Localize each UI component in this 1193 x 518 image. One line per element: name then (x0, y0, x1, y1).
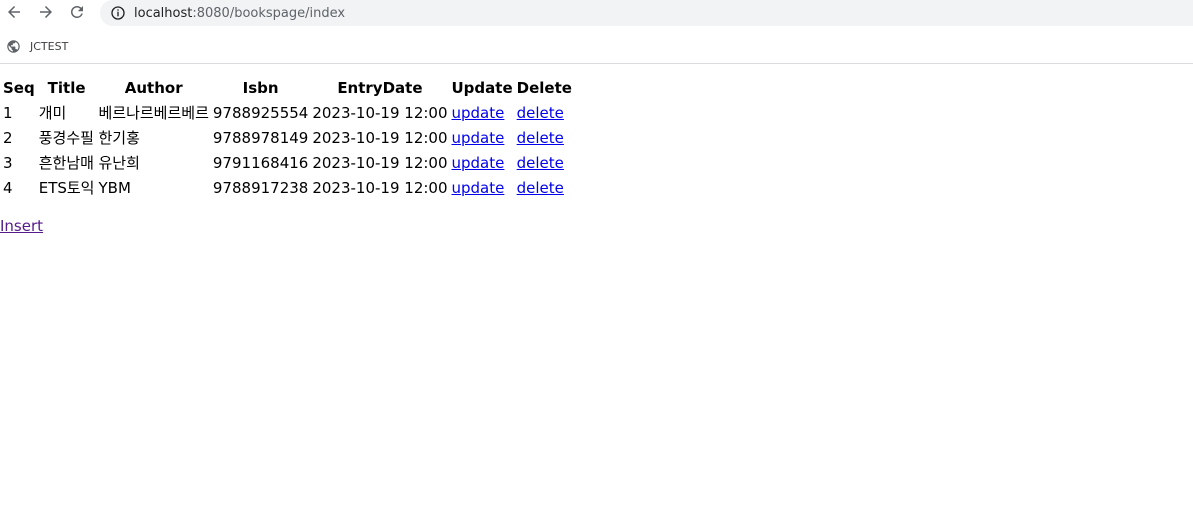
update-link[interactable]: update (452, 129, 505, 147)
cell-entry-date: 2023-10-19 12:00 (312, 178, 448, 197)
cell-seq: 3 (3, 153, 13, 172)
bookmarks-bar: JCTEST (0, 27, 1193, 64)
cell-author: 유난희 (98, 154, 140, 172)
update-link[interactable]: update (452, 179, 505, 197)
header-title: Title (47, 79, 86, 97)
cell-isbn: 9788925554 (212, 103, 309, 122)
header-update: Update (451, 79, 513, 97)
info-icon[interactable] (110, 5, 126, 21)
bookmark-label: JCTEST (30, 39, 69, 53)
update-link[interactable]: update (452, 104, 505, 122)
cell-isbn: 9788917238 (212, 178, 309, 197)
back-arrow-icon (8, 6, 20, 18)
header-delete: Delete (516, 79, 572, 97)
cell-isbn: 9791168416 (212, 153, 309, 172)
cell-delete: delete (516, 151, 573, 174)
back-button[interactable] (3, 1, 25, 23)
cell-title: ETS토익 (38, 179, 95, 197)
address-bar[interactable]: localhost:8080/bookspage/index (100, 0, 1193, 26)
url-path: :8080/bookspage/index (192, 5, 346, 21)
cell-delete: delete (516, 176, 573, 199)
cell-author: 베르나르베르베르 (98, 104, 209, 122)
delete-link[interactable]: delete (517, 129, 564, 147)
books-table: Seq Title Author Isbn EntryDate Update D… (0, 75, 575, 201)
table-row: 2 풍경수필 한기홍 9788978149 2023-10-19 12:00 u… (2, 126, 573, 149)
reload-icon (71, 5, 83, 18)
cell-isbn: 9788978149 (212, 128, 309, 147)
cell-seq: 1 (3, 103, 13, 122)
reload-button[interactable] (66, 1, 88, 23)
cell-title: 개미 (38, 104, 67, 122)
header-isbn: Isbn (242, 79, 279, 97)
header-entry-date: EntryDate (337, 79, 423, 97)
cell-delete: delete (516, 101, 573, 124)
update-link[interactable]: update (452, 154, 505, 172)
cell-entry-date: 2023-10-19 12:00 (312, 153, 448, 172)
cell-update: update (451, 101, 514, 124)
cell-title: 흔한남매 (38, 154, 94, 172)
forward-arrow-icon (40, 6, 52, 18)
cell-author: YBM (98, 178, 131, 197)
cell-entry-date: 2023-10-19 12:00 (312, 128, 448, 147)
delete-link[interactable]: delete (517, 154, 564, 172)
globe-icon (5, 38, 21, 54)
cell-seq: 4 (3, 178, 13, 197)
cell-delete: delete (516, 126, 573, 149)
bookmark-jctest[interactable]: JCTEST (5, 37, 68, 55)
cell-update: update (451, 176, 514, 199)
table-row: 3 흔한남매 유난희 9791168416 2023-10-19 12:00 u… (2, 151, 573, 174)
insert-link[interactable]: Insert (0, 217, 43, 235)
cell-seq: 2 (3, 128, 13, 147)
browser-toolbar: localhost:8080/bookspage/index (0, 0, 1193, 27)
address-url[interactable]: localhost:8080/bookspage/index (134, 6, 345, 21)
delete-link[interactable]: delete (517, 104, 564, 122)
header-author: Author (124, 79, 183, 97)
url-host: localhost (134, 5, 193, 21)
table-row: 4 ETS토익 YBM 9788917238 2023-10-19 12:00 … (2, 176, 573, 199)
cell-update: update (451, 151, 514, 174)
forward-button[interactable] (35, 1, 57, 23)
cell-author: 한기홍 (98, 129, 140, 147)
delete-link[interactable]: delete (517, 179, 564, 197)
cell-update: update (451, 126, 514, 149)
cell-entry-date: 2023-10-19 12:00 (312, 103, 448, 122)
cell-title: 풍경수필 (38, 129, 94, 147)
table-row: 1 개미 베르나르베르베르 9788925554 2023-10-19 12:0… (2, 101, 573, 124)
table-header-row: Seq Title Author Isbn EntryDate Update D… (2, 77, 573, 99)
header-seq: Seq (3, 79, 35, 97)
